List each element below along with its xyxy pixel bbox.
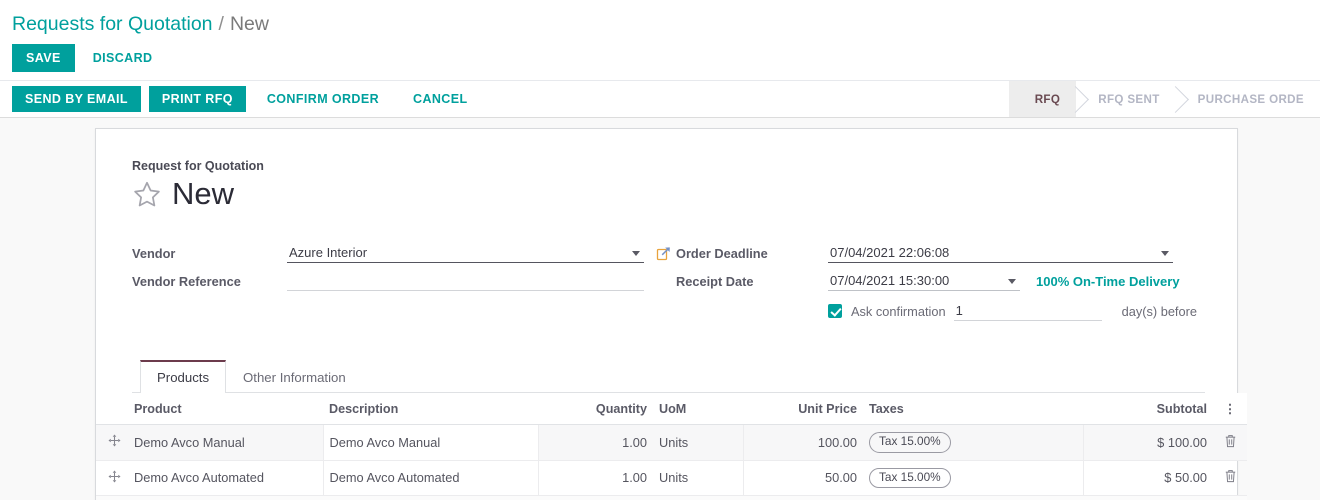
add-links-row: Add a product Add a section Add a note xyxy=(96,496,1247,500)
save-discard-bar: SAVE DISCARD xyxy=(0,40,1320,80)
col-unit-price: Unit Price xyxy=(743,393,863,425)
form-subtitle: Request for Quotation xyxy=(132,159,1205,173)
trash-icon xyxy=(1224,434,1237,451)
breadcrumb-root-link[interactable]: Requests for Quotation xyxy=(12,12,213,36)
breadcrumb-current: New xyxy=(230,13,269,36)
tax-badge: Tax 15.00% xyxy=(869,432,951,453)
notebook-tabs: Products Other Information xyxy=(132,359,1205,393)
add-links-cell: Add a product Add a section Add a note xyxy=(96,496,1247,500)
delete-line-button[interactable] xyxy=(1213,425,1247,461)
vendor-reference-input[interactable] xyxy=(287,272,644,291)
on-time-delivery-badge[interactable]: 100% On-Time Delivery xyxy=(1036,274,1180,289)
col-handle xyxy=(96,393,128,425)
ask-confirmation-checkbox[interactable] xyxy=(828,304,842,318)
cell-unit-price[interactable]: 100.00 xyxy=(743,425,863,461)
tab-other-information[interactable]: Other Information xyxy=(226,360,363,393)
form-column-right: Order Deadline Receipt Date xyxy=(672,239,1205,325)
cell-subtotal: $ 50.00 xyxy=(1083,460,1213,496)
cell-subtotal: $ 100.00 xyxy=(1083,425,1213,461)
form-title-row: New xyxy=(132,175,1205,213)
col-product: Product xyxy=(128,393,323,425)
field-order-deadline-row: Order Deadline xyxy=(676,239,1205,267)
status-stage-label: RFQ xyxy=(1035,93,1061,106)
order-deadline-label: Order Deadline xyxy=(676,246,828,261)
receipt-date-input[interactable] xyxy=(828,272,1020,291)
odoo-purchase-rfq-form: Requests for Quotation / New SAVE DISCAR… xyxy=(0,0,1320,500)
confirm-order-button[interactable]: CONFIRM ORDER xyxy=(254,86,392,112)
vendor-reference-label: Vendor Reference xyxy=(132,274,287,289)
vertical-dots-icon: ⋮ xyxy=(1224,402,1237,416)
drag-handle-icon xyxy=(108,434,121,449)
action-toolbar: SEND BY EMAIL PRINT RFQ CONFIRM ORDER CA… xyxy=(0,80,1320,118)
notebook: Products Other Information Product Descr… xyxy=(132,359,1205,500)
col-description: Description xyxy=(323,393,538,425)
table-row[interactable]: Demo Avco Manual Demo Avco Manual 1.00 U… xyxy=(96,425,1247,461)
tax-badge: Tax 15.00% xyxy=(869,468,951,489)
cell-taxes[interactable]: Tax 15.00% xyxy=(863,460,1083,496)
status-stage-purchase-order[interactable]: PURCHASE ORDE xyxy=(1176,81,1320,117)
cell-uom[interactable]: Units xyxy=(653,425,743,461)
col-subtotal: Subtotal xyxy=(1083,393,1213,425)
ask-confirmation-row: Ask confirmation day(s) before xyxy=(676,297,1205,325)
cell-description[interactable]: Demo Avco Automated xyxy=(323,460,538,496)
tab-label: Products xyxy=(157,370,209,385)
print-rfq-button[interactable]: PRINT RFQ xyxy=(149,86,246,112)
order-deadline-input[interactable] xyxy=(828,244,1173,263)
form-sheet: Request for Quotation New Vendor xyxy=(95,128,1238,500)
cell-product[interactable]: Demo Avco Manual xyxy=(128,425,323,461)
cell-description[interactable]: Demo Avco Manual xyxy=(323,425,538,461)
col-taxes: Taxes xyxy=(863,393,1083,425)
tab-label: Other Information xyxy=(243,370,346,385)
trash-icon xyxy=(1224,469,1237,486)
tab-products[interactable]: Products xyxy=(140,360,226,393)
page-title: New xyxy=(172,175,234,213)
table-row[interactable]: Demo Avco Automated Demo Avco Automated … xyxy=(96,460,1247,496)
row-drag-handle[interactable] xyxy=(96,460,128,496)
vendor-label: Vendor xyxy=(132,246,287,261)
cell-product[interactable]: Demo Avco Automated xyxy=(128,460,323,496)
discard-button[interactable]: DISCARD xyxy=(85,44,161,72)
cancel-button[interactable]: CANCEL xyxy=(400,86,480,112)
breadcrumb: Requests for Quotation / New xyxy=(0,0,1320,40)
cell-uom[interactable]: Units xyxy=(653,460,743,496)
days-before-label: day(s) before xyxy=(1122,304,1197,319)
star-outline-icon[interactable] xyxy=(132,179,162,209)
field-vendor-reference-row: Vendor Reference xyxy=(132,267,672,295)
ask-confirmation-label: Ask confirmation xyxy=(851,304,946,319)
table-header-row: Product Description Quantity UoM Unit Pr… xyxy=(96,393,1247,425)
drag-handle-icon xyxy=(108,470,121,485)
form-column-left: Vendor xyxy=(132,239,672,325)
cell-quantity[interactable]: 1.00 xyxy=(538,460,653,496)
vendor-input[interactable] xyxy=(287,244,644,263)
status-pipeline: RFQ RFQ SENT PURCHASE ORDE xyxy=(1009,81,1320,117)
order-lines-table: Product Description Quantity UoM Unit Pr… xyxy=(96,393,1247,500)
status-stage-rfq-sent[interactable]: RFQ SENT xyxy=(1076,81,1175,117)
delete-line-button[interactable] xyxy=(1213,460,1247,496)
status-stage-label: PURCHASE ORDE xyxy=(1198,93,1304,106)
field-receipt-date-row: Receipt Date 100% On-Time Delivery xyxy=(676,267,1205,295)
form-fields: Vendor xyxy=(132,239,1205,325)
status-stage-label: RFQ SENT xyxy=(1098,93,1159,106)
cell-quantity[interactable]: 1.00 xyxy=(538,425,653,461)
confirmation-days-input[interactable] xyxy=(954,302,1102,321)
breadcrumb-separator: / xyxy=(219,13,224,36)
send-by-email-button[interactable]: SEND BY EMAIL xyxy=(12,86,141,112)
save-button[interactable]: SAVE xyxy=(12,44,75,72)
field-vendor-row: Vendor xyxy=(132,239,672,267)
cell-taxes[interactable]: Tax 15.00% xyxy=(863,425,1083,461)
status-stage-rfq[interactable]: RFQ xyxy=(1009,81,1077,117)
row-drag-handle[interactable] xyxy=(96,425,128,461)
col-uom: UoM xyxy=(653,393,743,425)
external-link-icon[interactable] xyxy=(656,245,672,261)
cell-unit-price[interactable]: 50.00 xyxy=(743,460,863,496)
spacer xyxy=(656,273,672,289)
optional-columns-button[interactable]: ⋮ xyxy=(1213,393,1247,425)
col-quantity: Quantity xyxy=(538,393,653,425)
receipt-date-label: Receipt Date xyxy=(676,274,828,289)
